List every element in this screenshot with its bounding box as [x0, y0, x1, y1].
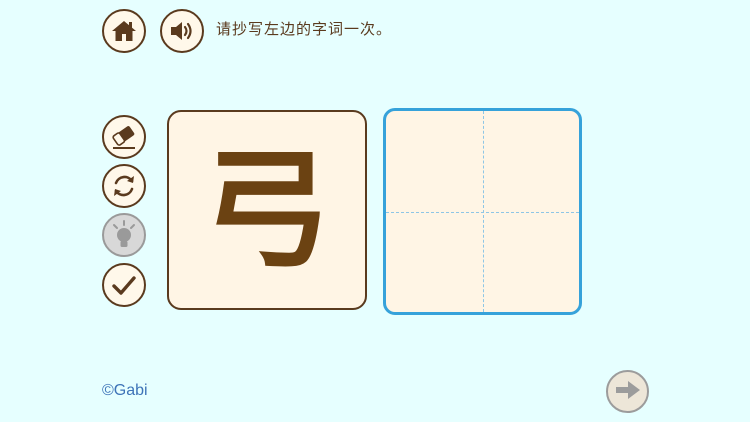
refresh-icon — [110, 172, 138, 200]
grid-guide-horizontal — [386, 211, 579, 213]
eraser-icon — [110, 124, 138, 150]
reset-button[interactable] — [102, 164, 146, 208]
copyright-text: ©Gabi — [102, 382, 148, 399]
checkmark-icon — [111, 274, 137, 296]
sound-button[interactable] — [160, 9, 204, 53]
home-icon — [111, 19, 137, 43]
next-button[interactable] — [606, 370, 649, 413]
model-character-card: 弓 — [167, 110, 367, 310]
writing-grid[interactable] — [383, 108, 582, 315]
speaker-icon — [169, 20, 195, 42]
model-character: 弓 — [201, 133, 332, 286]
instruction-text: 请抄写左边的字词一次。 — [216, 20, 393, 38]
check-button[interactable] — [102, 263, 146, 307]
hint-button[interactable] — [102, 213, 146, 257]
eraser-button[interactable] — [102, 115, 146, 159]
arrow-right-icon — [614, 379, 642, 405]
lightbulb-icon — [110, 219, 138, 251]
home-button[interactable] — [102, 9, 146, 53]
